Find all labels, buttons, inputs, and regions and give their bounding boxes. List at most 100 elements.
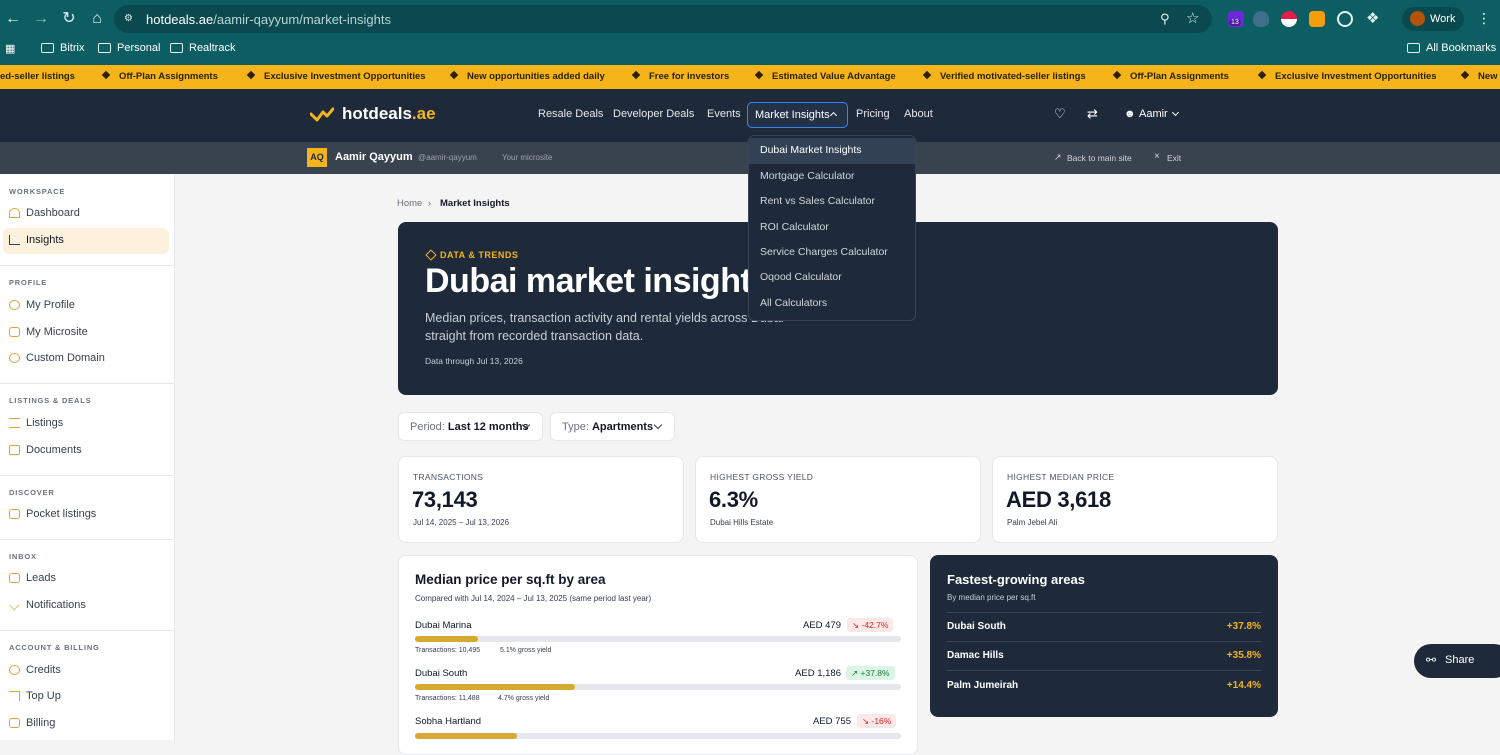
share-button[interactable]: ⚯ Share xyxy=(1414,644,1500,678)
ticker-item: Verified motivated-seller listings xyxy=(922,70,1086,82)
user-icon: ☻ xyxy=(1124,108,1136,120)
sidebar-item-billing[interactable]: Billing xyxy=(9,717,55,729)
url-path: /aamir-qayyum/market-insights xyxy=(213,12,391,27)
settings-sliders-icon[interactable]: ⇄ xyxy=(1087,106,1098,122)
ticker-item: Exclusive Investment Opportunities xyxy=(1257,70,1437,82)
period-filter[interactable]: Period: Last 12 months xyxy=(398,412,543,441)
sidebar-item-listings[interactable]: Listings xyxy=(9,417,63,429)
bookmark-bitrix[interactable]: Bitrix xyxy=(41,42,84,54)
nav-pricing[interactable]: Pricing xyxy=(856,108,890,120)
row-divider xyxy=(947,641,1261,642)
user-menu-label[interactable]: Aamir xyxy=(1139,108,1168,120)
chart-icon xyxy=(9,235,20,245)
sidebar-divider xyxy=(0,539,175,540)
sidebar-item-pocket-listings[interactable]: Pocket listings xyxy=(9,508,96,520)
sidebar xyxy=(0,174,175,740)
sidebar-divider xyxy=(0,265,175,266)
nav-events[interactable]: Events xyxy=(707,108,741,120)
row-divider xyxy=(947,670,1261,671)
apps-grid-icon[interactable]: ▦ xyxy=(5,42,15,55)
url-text[interactable]: hotdeals.ae/aamir-qayyum/market-insights xyxy=(146,12,391,27)
nav-about[interactable]: About xyxy=(904,108,933,120)
menu-item-mortgage-calculator[interactable]: Mortgage Calculator xyxy=(760,170,855,182)
all-bookmarks[interactable]: All Bookmarks xyxy=(1407,42,1496,54)
back-icon[interactable]: ← xyxy=(3,9,23,29)
document-icon xyxy=(9,445,20,455)
bell-icon[interactable]: ♡ xyxy=(1054,106,1066,122)
sidebar-item-leads[interactable]: Leads xyxy=(9,572,56,584)
zoom-search-icon[interactable]: ⚲ xyxy=(1160,11,1170,27)
activity-icon xyxy=(9,599,20,611)
bookmark-label: Personal xyxy=(117,42,161,54)
price-bar-fill xyxy=(415,636,479,642)
external-link-icon: ↗ xyxy=(1054,152,1062,162)
openai-extension-icon[interactable] xyxy=(1337,11,1353,27)
menu-item-oqood-calculator[interactable]: Oqood Calculator xyxy=(760,271,842,283)
trend-down-icon: ↘ xyxy=(852,620,860,630)
menu-item-roi-calculator[interactable]: ROI Calculator xyxy=(760,221,829,233)
price-bar-fill xyxy=(415,733,518,739)
bookmark-realtrack[interactable]: Realtrack xyxy=(170,42,235,54)
sidebar-item-my-microsite[interactable]: My Microsite xyxy=(9,326,88,338)
extension-badge: 13 xyxy=(1229,19,1241,26)
dashboard-icon xyxy=(9,208,20,218)
user-name: Aamir Qayyum xyxy=(335,151,413,163)
sidebar-item-credits[interactable]: Credits xyxy=(9,664,61,676)
trending-up-icon xyxy=(9,691,20,701)
growth-value: +37.8% xyxy=(1226,621,1261,632)
sidebar-item-top-up[interactable]: Top Up xyxy=(9,690,61,702)
menu-item-service-charges[interactable]: Service Charges Calculator xyxy=(760,246,888,258)
stat-value: 73,143 xyxy=(412,487,478,512)
logo-icon xyxy=(310,107,334,122)
stat-value: AED 3,618 xyxy=(1006,487,1111,512)
nav-developer-deals[interactable]: Developer Deals xyxy=(613,108,694,120)
nav-resale-deals[interactable]: Resale Deals xyxy=(538,108,603,120)
exit-link[interactable]: Exit xyxy=(1167,153,1181,163)
sidebar-section-listings: LISTINGS & DEALS xyxy=(9,396,92,405)
coins-icon xyxy=(9,665,20,675)
page-title: Dubai market insights xyxy=(425,262,770,300)
close-icon: × xyxy=(1154,151,1160,162)
price-bar xyxy=(415,684,901,690)
orange-extension-icon[interactable] xyxy=(1309,11,1325,27)
stat-label: HIGHEST GROSS YIELD xyxy=(710,472,814,482)
home-icon[interactable]: ⌂ xyxy=(87,9,107,29)
shield-extension-icon[interactable] xyxy=(1253,11,1269,27)
type-filter[interactable]: Type: Apartments xyxy=(550,412,675,441)
stat-sub: Jul 14, 2025 – Jul 13, 2026 xyxy=(413,518,510,527)
data-date: Data through Jul 13, 2026 xyxy=(425,356,523,366)
growth-area: Dubai South xyxy=(947,621,1006,632)
sidebar-item-notifications[interactable]: Notifications xyxy=(9,599,86,611)
breadcrumb-home[interactable]: Home xyxy=(397,198,422,209)
sidebar-item-documents[interactable]: Documents xyxy=(9,444,82,456)
ticker-item: New opportunities added daily xyxy=(449,70,605,82)
pokeball-extension-icon[interactable] xyxy=(1281,11,1297,27)
share-icon: ⚯ xyxy=(1426,653,1437,667)
back-to-main-link[interactable]: Back to main site xyxy=(1067,153,1132,163)
growth-card-title: Fastest-growing areas xyxy=(947,572,1085,587)
sidebar-divider xyxy=(0,630,175,631)
change-chip: ↘ -16% xyxy=(857,714,897,728)
bookmark-personal[interactable]: Personal xyxy=(98,42,160,54)
ticker-item: Exclusive Investment Opportunities xyxy=(246,70,426,82)
price-bar xyxy=(415,636,901,642)
bookmark-star-icon[interactable]: ☆ xyxy=(1186,9,1199,27)
menu-kebab-icon[interactable]: ⋮ xyxy=(1477,10,1491,27)
forward-icon[interactable]: → xyxy=(31,9,51,29)
menu-item-all-calculators[interactable]: All Calculators xyxy=(760,297,827,309)
change-chip: ↗ +37.8% xyxy=(846,666,895,680)
site-info-icon[interactable]: ⚙ xyxy=(124,13,136,25)
site-logo[interactable]: hotdeals.ae xyxy=(310,104,436,124)
sidebar-item-my-profile[interactable]: My Profile xyxy=(9,299,75,311)
avatar: AQ xyxy=(307,148,327,167)
sidebar-item-insights[interactable]: Insights xyxy=(9,234,64,246)
extensions-puzzle-icon[interactable]: ❖ xyxy=(1366,9,1379,27)
sidebar-item-dashboard[interactable]: Dashboard xyxy=(9,207,80,219)
menu-item-rent-vs-sales[interactable]: Rent vs Sales Calculator xyxy=(760,195,875,207)
reload-icon[interactable]: ↻ xyxy=(59,9,79,29)
area-price: AED 479 xyxy=(802,620,841,631)
menu-item-dubai-market-insights[interactable]: Dubai Market Insights xyxy=(760,144,862,156)
price-card-title: Median price per sq.ft by area xyxy=(415,572,606,587)
bookmark-label: Bitrix xyxy=(60,42,85,54)
sidebar-item-custom-domain[interactable]: Custom Domain xyxy=(9,352,105,364)
